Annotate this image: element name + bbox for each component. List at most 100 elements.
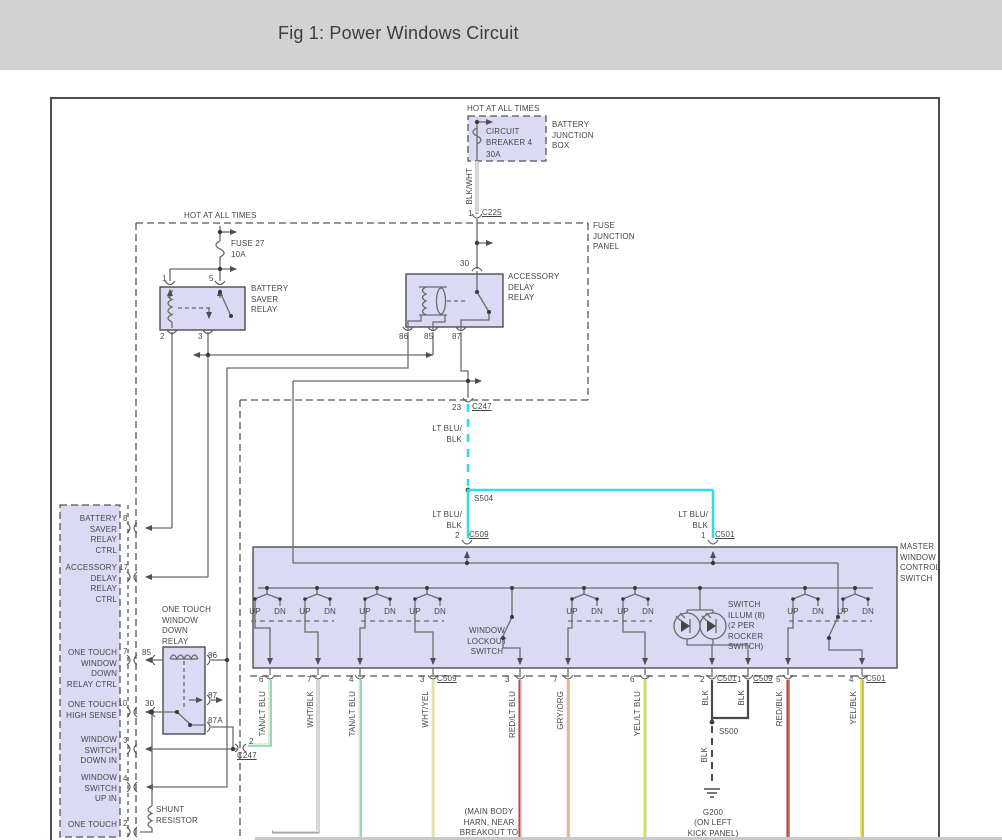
connector-link-c509[interactable]: C509 [437, 674, 457, 685]
circuit-breaker-label: CIRCUIT BREAKER 4 [486, 127, 532, 148]
otwdr-pin30: 30 [145, 699, 154, 710]
bsr-pin3: 3 [198, 332, 203, 343]
diagram-page: Fig 1: Power Windows Circuit [0, 0, 1002, 840]
connector-link-c247[interactable]: C247 [472, 402, 492, 413]
wire-label: TAN/LT BLU [348, 691, 359, 737]
connector-link-c247-2[interactable]: C247 [237, 751, 257, 762]
wire-label-ltblu-blk-1: LT BLU/ BLK [362, 424, 462, 445]
adr-pin85: 85 [424, 332, 433, 343]
fuse27-label: FUSE 27 [231, 239, 265, 250]
module-pin-7: 7 [123, 647, 128, 658]
module-label-window-switch-down-in: WINDOW SWITCH DOWN IN [17, 735, 117, 767]
window-lockout-switch-label: WINDOW LOCKOUT SWITCH [467, 626, 507, 658]
otwdr-pin87: 87 [208, 691, 217, 702]
c509-pin2: 2 [455, 531, 460, 542]
pin-number: 6 [630, 675, 635, 686]
wire-label: YEL/LT BLU [633, 691, 644, 736]
battery-saver-relay-label: BATTERY SAVER RELAY [251, 284, 288, 316]
wire-label-gnd-blk: BLK [700, 747, 711, 763]
pin-number: 3 [505, 675, 510, 686]
battery-junction-box-label: BATTERY JUNCTION BOX [552, 120, 594, 152]
module-pin-3: 3 [123, 736, 128, 747]
wire-label-ltblu-blk-3: LT BLU/ BLK [608, 510, 708, 531]
adr-pin86: 86 [399, 332, 408, 343]
accessory-delay-relay-label: ACCESSORY DELAY RELAY [508, 272, 559, 304]
pin-number: 4 [349, 675, 354, 686]
switch-illum-label: SWITCH ILLUM (8) (2 PER ROCKER SWITCH) [728, 600, 765, 653]
otwdr-pin86: 86 [208, 651, 217, 662]
c247-pin2: 2 [249, 737, 254, 748]
circuit-breaker-amps: 30A [486, 150, 501, 161]
switch-up-label: UP [837, 607, 848, 618]
connector-link-c501[interactable]: C501 [717, 674, 737, 685]
switch-dn-label: DN [274, 607, 286, 618]
pin-number: 7 [553, 675, 558, 686]
fuse-junction-panel-label: FUSE JUNCTION PANEL [593, 221, 635, 253]
switch-dn-label: DN [642, 607, 654, 618]
wire-label: GRY/ORG [556, 691, 567, 730]
splice-s504: S504 [474, 494, 493, 505]
switch-dn-label: DN [862, 607, 874, 618]
switch-up-label: UP [617, 607, 628, 618]
pin-number: 3 [420, 675, 425, 686]
otwdr-pin85: 85 [142, 648, 151, 659]
splice-s500: S500 [719, 727, 738, 738]
connector-link-c225[interactable]: C225 [482, 208, 502, 219]
wire-label-blk-wht: BLK/WHT [465, 168, 476, 205]
harness-note: (MAIN BODY HARN, NEAR BREAKOUT TO [460, 807, 519, 839]
pin-number: 6 [259, 675, 264, 686]
wire-label-ltblu-blk-2: LT BLU/ BLK [362, 510, 462, 531]
wire-label: WHT/BLK [306, 691, 317, 728]
master-window-switch-label: MASTER WINDOW CONTROL SWITCH [900, 542, 940, 584]
shunt-resistor-label: SHUNT RESISTOR [156, 805, 198, 826]
wire-label: BLK [737, 690, 748, 706]
switch-up-label: UP [787, 607, 798, 618]
switch-dn-label: DN [591, 607, 603, 618]
bsr-pin5: 5 [209, 274, 214, 285]
module-pin-10: 10 [118, 699, 127, 710]
c501-pin1: 1 [701, 531, 706, 542]
c225-pin: 1 [468, 209, 473, 220]
pin-number: 5 [776, 675, 781, 686]
hot-at-all-times-left: HOT AT ALL TIMES [184, 211, 257, 222]
switch-up-label: UP [359, 607, 370, 618]
module-pin-8: 8 [123, 514, 128, 525]
pin-number: 2 [700, 675, 705, 686]
module-pin-17: 17 [119, 563, 128, 574]
switch-up-label: UP [249, 607, 260, 618]
one-touch-relay-label: ONE TOUCH WINDOW DOWN RELAY [162, 605, 211, 647]
module-label-otwd-relay-ctrl: ONE TOUCH WINDOW DOWN RELAY CTRL [17, 648, 117, 690]
bsr-pin2: 2 [160, 332, 165, 343]
pin-number: 4 [849, 675, 854, 686]
bsr-pin1: 1 [162, 274, 167, 285]
fuse27-amps: 10A [231, 250, 246, 261]
switch-dn-label: DN [812, 607, 824, 618]
adr-pin87: 87 [452, 332, 461, 343]
module-label-bsr-ctrl: BATTERY SAVER RELAY CTRL [17, 514, 117, 556]
wire-label: TAN/LT BLU [258, 691, 269, 737]
switch-dn-label: DN [384, 607, 396, 618]
module-label-adr-ctrl: ACCESSORY DELAY RELAY CTRL [17, 563, 117, 605]
module-pin-2: 2 [123, 819, 128, 830]
module-pin-4: 4 [123, 774, 128, 785]
wire-label: WHT/YEL [421, 691, 432, 728]
c247-pin23: 23 [452, 403, 461, 414]
wire-label: BLK [701, 690, 712, 706]
adr-pin30: 30 [460, 259, 469, 270]
connector-link-c501-top[interactable]: C501 [715, 530, 735, 541]
connector-link-c509-top[interactable]: C509 [469, 530, 489, 541]
wire-label: YEL/BLK [849, 691, 860, 725]
switch-up-label: UP [299, 607, 310, 618]
module-label-one-touch: ONE TOUCH [17, 820, 117, 831]
wire-label: RED/BLK [775, 691, 786, 726]
switch-up-label: UP [409, 607, 420, 618]
ground-name: G200 [703, 808, 723, 819]
ground-location: (ON LEFT KICK PANEL) [688, 818, 739, 839]
switch-up-label: UP [566, 607, 577, 618]
wire-label: RED/LT BLU [508, 691, 519, 738]
connector-link-c509[interactable]: C509 [753, 674, 773, 685]
connector-link-c501[interactable]: C501 [866, 674, 886, 685]
switch-dn-label: DN [434, 607, 446, 618]
hot-at-all-times-top: HOT AT ALL TIMES [467, 104, 540, 115]
pin-number: 7 [307, 675, 312, 686]
